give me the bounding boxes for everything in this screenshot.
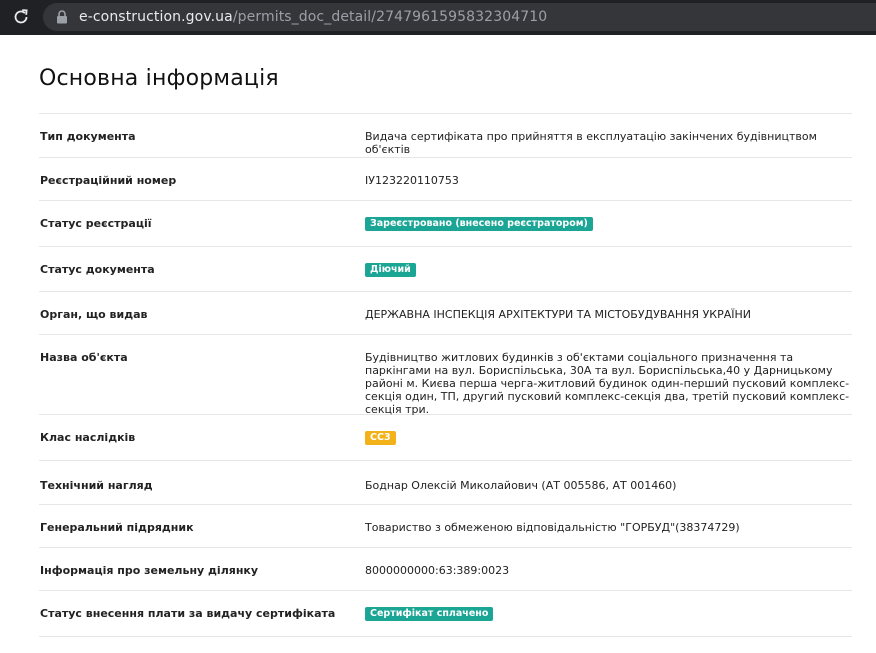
row-value: 8000000000:63:389:0023 <box>365 564 510 577</box>
row-label: Орган, що видав <box>40 308 148 321</box>
row-issuing-authority: Орган, що видав ДЕРЖАВНА ІНСПЕКЦІЯ АРХІТ… <box>39 292 852 335</box>
row-label: Статус документа <box>40 263 155 276</box>
row-label: Генеральний підрядник <box>40 521 194 534</box>
row-fee-status: Статус внесення плати за видачу сертифік… <box>39 591 852 637</box>
row-document-type: Тип документа Видача сертифіката про при… <box>39 114 852 158</box>
row-general-contractor: Генеральний підрядник Товариство з обмеж… <box>39 505 852 548</box>
row-object-name: Назва об'єкта Будівництво житлових будин… <box>39 335 852 416</box>
row-value: Товариство з обмеженою відповідальністю … <box>365 521 740 534</box>
row-label: Тип документа <box>40 130 136 143</box>
status-badge: Зареєстровано (внесено реєстратором) <box>365 217 593 231</box>
row-value: Будівництво житлових будинків з об'єктам… <box>365 351 850 416</box>
row-label: Клас наслідків <box>40 431 136 444</box>
row-label: Статус реєстрації <box>40 217 152 230</box>
row-registration-number: Реєстраційний номер IУ123220110753 <box>39 158 852 201</box>
info-table: Тип документа Видача сертифіката про при… <box>39 113 852 637</box>
row-label: Технічний нагляд <box>40 479 153 492</box>
row-label: Статус внесення плати за видачу сертифік… <box>40 607 336 620</box>
url-text[interactable]: e-construction.gov.ua/permits_doc_detail… <box>79 9 547 25</box>
row-technical-supervision: Технічний нагляд Боднар Олексій Миколайо… <box>39 461 852 505</box>
browser-toolbar: e-construction.gov.ua/permits_doc_detail… <box>0 0 876 35</box>
lock-icon[interactable] <box>53 8 71 26</box>
row-value: IУ123220110753 <box>365 174 459 187</box>
address-bar[interactable]: e-construction.gov.ua/permits_doc_detail… <box>43 3 876 31</box>
row-registration-status: Статус реєстрації Зареєстровано (внесено… <box>39 201 852 247</box>
row-value: Боднар Олексій Миколайович (АТ 005586, А… <box>365 479 677 492</box>
row-value-wrap: Діючий <box>365 262 852 277</box>
url-host: e-construction.gov.ua <box>79 9 233 25</box>
row-value: Видача сертифіката про прийняття в експл… <box>365 130 817 156</box>
reload-icon[interactable] <box>10 6 32 28</box>
class-badge: СС3 <box>365 431 396 445</box>
page-title: Основна інформація <box>39 66 279 91</box>
row-value: ДЕРЖАВНА ІНСПЕКЦІЯ АРХІТЕКТУРИ ТА МІСТОБ… <box>365 308 751 321</box>
row-value-wrap: СС3 <box>365 430 852 445</box>
row-land-plot: Інформація про земельну ділянку 80000000… <box>39 548 852 591</box>
status-badge: Діючий <box>365 263 416 277</box>
row-label: Реєстраційний номер <box>40 174 177 187</box>
row-value-wrap: Сертифікат сплачено <box>365 606 852 621</box>
status-badge: Сертифікат сплачено <box>365 607 494 621</box>
row-label: Інформація про земельну ділянку <box>40 564 259 577</box>
row-document-status: Статус документа Діючий <box>39 247 852 292</box>
row-consequence-class: Клас наслідків СС3 <box>39 415 852 461</box>
url-path: /permits_doc_detail/2747961595832304710 <box>232 9 548 25</box>
row-label: Назва об'єкта <box>40 351 128 364</box>
row-value-wrap: Зареєстровано (внесено реєстратором) <box>365 216 852 231</box>
